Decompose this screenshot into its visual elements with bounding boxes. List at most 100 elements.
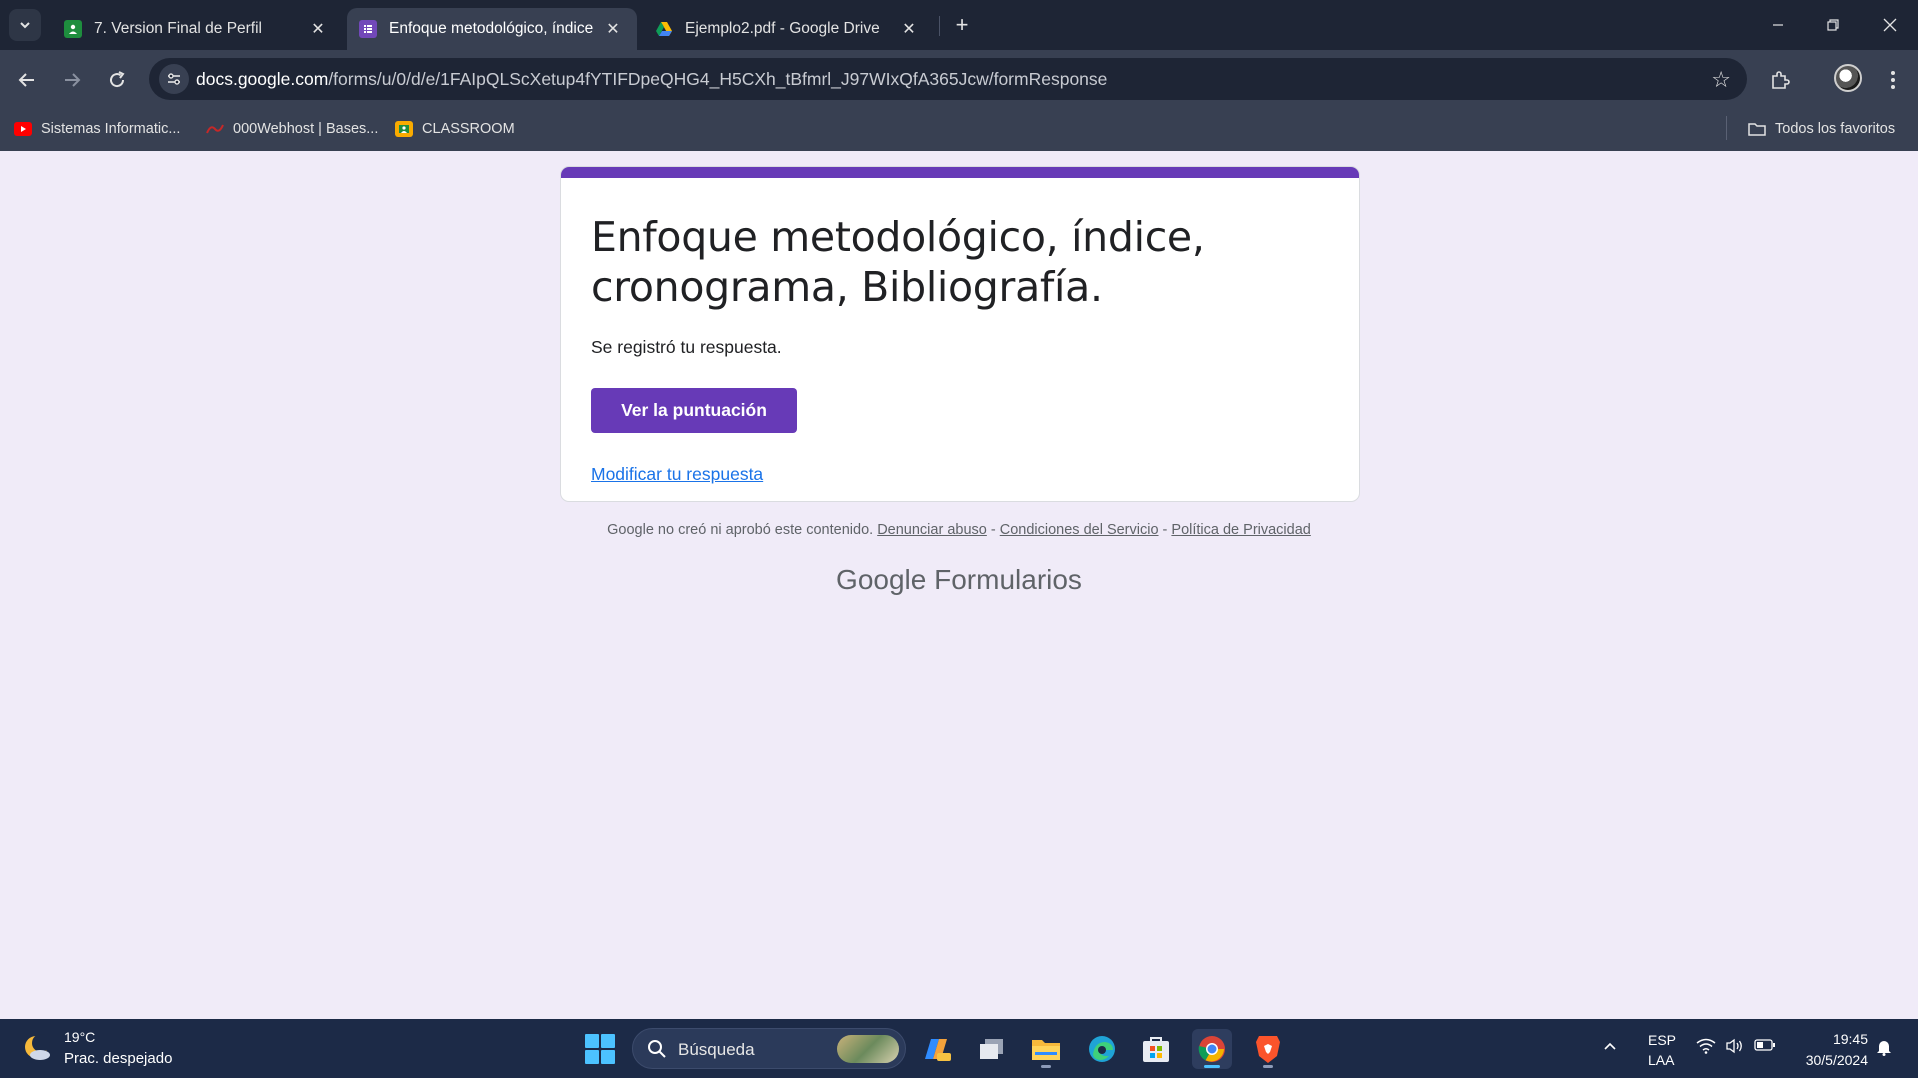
bookmark-label: Sistemas Informatic... — [41, 121, 181, 137]
new-tab-button[interactable]: + — [948, 11, 976, 39]
restore-icon — [1827, 19, 1839, 31]
url-text[interactable]: docs.google.com/forms/u/0/d/e/1FAIpQLScX… — [196, 69, 1107, 90]
google-forms-icon — [359, 20, 377, 38]
arrow-left-icon — [18, 73, 34, 87]
terms-link[interactable]: Condiciones del Servicio — [1000, 522, 1159, 538]
puzzle-icon — [1772, 71, 1790, 89]
input-language[interactable]: ESP — [1648, 1032, 1676, 1048]
browser-toolbar: docs.google.com/forms/u/0/d/e/1FAIpQLScX… — [0, 50, 1918, 108]
bookmark-label: CLASSROOM — [422, 121, 515, 137]
footer-disclaimer: Google no creó ni aprobó este contenido.… — [0, 522, 1918, 538]
edge-app[interactable] — [1082, 1029, 1122, 1069]
tab-version-final[interactable]: 7. Version Final de Perfil ✕ — [52, 8, 342, 50]
close-window-button[interactable] — [1870, 10, 1910, 40]
show-hidden-icons-button[interactable] — [1602, 1038, 1618, 1059]
task-view-app[interactable] — [972, 1029, 1012, 1069]
app-indicator — [1204, 1065, 1220, 1068]
tab-separator — [939, 16, 940, 36]
restore-button[interactable] — [1813, 10, 1853, 40]
windows-start-button[interactable] — [585, 1034, 615, 1064]
address-bar[interactable]: docs.google.com/forms/u/0/d/e/1FAIpQLScX… — [149, 58, 1747, 100]
confirmation-message: Se registró tu respuesta. — [591, 337, 782, 357]
tab-google-drive[interactable]: Ejemplo2.pdf - Google Drive ✕ — [643, 8, 933, 50]
bookmark-000webhost[interactable]: 000Webhost | Bases... — [206, 118, 378, 140]
page-content: Enfoque metodológico, índice, cronograma… — [0, 151, 1918, 1019]
google-forms-logo[interactable]: Google Formularios — [0, 564, 1918, 596]
footer-separator: - — [1158, 522, 1172, 538]
tab-title: Enfoque metodológico, índice, c — [389, 20, 593, 37]
start-tile — [585, 1050, 599, 1064]
store-icon — [1143, 1037, 1169, 1062]
taskbar-search[interactable]: Búsqueda — [632, 1028, 906, 1069]
folder-icon — [1748, 122, 1766, 136]
youtube-icon — [14, 122, 32, 136]
more-vert-icon — [1891, 71, 1895, 89]
close-icon[interactable]: ✕ — [306, 17, 330, 41]
minimize-icon — [1773, 24, 1783, 26]
edit-response-link[interactable]: Modificar tu respuesta — [591, 464, 763, 485]
reload-icon — [110, 71, 125, 88]
profile-avatar[interactable] — [1834, 64, 1862, 92]
url-host: docs.google.com — [196, 69, 329, 89]
chrome-menu-button[interactable] — [1878, 64, 1908, 96]
copilot-icon — [925, 1039, 951, 1061]
bookmarks-bar: Sistemas Informatic... 000Webhost | Base… — [0, 108, 1918, 151]
start-tile — [585, 1034, 599, 1048]
bookmark-label: 000Webhost | Bases... — [233, 121, 379, 137]
search-highlight-image — [837, 1035, 899, 1063]
forward-button[interactable] — [56, 64, 88, 96]
tab-strip: 7. Version Final de Perfil ✕ Enfoque met… — [0, 0, 1918, 50]
google-classroom-icon — [64, 20, 82, 38]
privacy-link[interactable]: Política de Privacidad — [1171, 522, 1310, 538]
close-icon — [1883, 18, 1897, 32]
windows-taskbar: 19°C Prac. despejado Búsqueda ESP LAA 19… — [0, 1019, 1918, 1078]
brand-google: Google — [836, 564, 927, 595]
file-explorer-app[interactable] — [1026, 1029, 1066, 1069]
classroom-icon — [395, 121, 413, 137]
reload-button[interactable] — [101, 64, 133, 96]
bookmark-classroom[interactable]: CLASSROOM — [395, 118, 515, 140]
bookmark-star-icon[interactable]: ☆ — [1711, 67, 1731, 93]
site-info-button[interactable] — [159, 64, 189, 94]
arrow-right-icon — [65, 73, 81, 87]
input-layout[interactable]: LAA — [1648, 1052, 1674, 1068]
chevron-down-icon — [20, 22, 30, 29]
tune-icon — [168, 73, 180, 85]
footer-separator: - — [986, 522, 1000, 538]
brave-icon — [1256, 1036, 1280, 1063]
tab-enfoque-metodologico[interactable]: Enfoque metodológico, índice, c ✕ — [347, 8, 637, 50]
bookmark-sistemas[interactable]: Sistemas Informatic... — [14, 118, 180, 140]
chrome-app[interactable] — [1192, 1029, 1232, 1069]
close-icon[interactable]: ✕ — [601, 17, 625, 41]
url-path: /forms/u/0/d/e/1FAIpQLScXetup4fYTIFDpeQH… — [328, 69, 1108, 89]
all-bookmarks-button[interactable]: Todos los favoritos — [1748, 118, 1895, 140]
tab-search-button[interactable] — [9, 9, 41, 41]
edge-icon — [1089, 1036, 1115, 1062]
minimize-button[interactable] — [1758, 10, 1798, 40]
tab-title: 7. Version Final de Perfil — [94, 20, 263, 37]
clock-date[interactable]: 30/5/2024 — [1794, 1052, 1868, 1068]
tab-title: Ejemplo2.pdf - Google Drive — [685, 20, 880, 37]
start-tile — [601, 1034, 615, 1048]
weather-widget[interactable] — [22, 1033, 52, 1063]
card-accent-bar — [561, 167, 1359, 178]
battery-icon[interactable] — [1754, 1038, 1776, 1057]
back-button[interactable] — [11, 64, 43, 96]
notification-bell-icon[interactable] — [1876, 1038, 1892, 1061]
wifi-icon[interactable] — [1696, 1038, 1716, 1059]
task-view-icon — [980, 1039, 1003, 1059]
moon-cloud-icon — [25, 1034, 50, 1060]
search-icon — [647, 1039, 667, 1064]
brave-app[interactable] — [1248, 1029, 1288, 1069]
folder-icon — [1032, 1040, 1060, 1060]
clock-time[interactable]: 19:45 — [1794, 1031, 1868, 1047]
close-icon[interactable]: ✕ — [897, 17, 921, 41]
volume-icon[interactable] — [1725, 1038, 1745, 1059]
copilot-app[interactable] — [916, 1029, 956, 1069]
000webhost-icon — [206, 122, 224, 136]
extensions-button[interactable] — [1764, 64, 1796, 96]
form-response-card: Enfoque metodológico, índice, cronograma… — [560, 166, 1360, 502]
microsoft-store-app[interactable] — [1136, 1029, 1176, 1069]
view-score-button[interactable]: Ver la puntuación — [591, 388, 797, 433]
report-abuse-link[interactable]: Denunciar abuso — [877, 522, 987, 538]
